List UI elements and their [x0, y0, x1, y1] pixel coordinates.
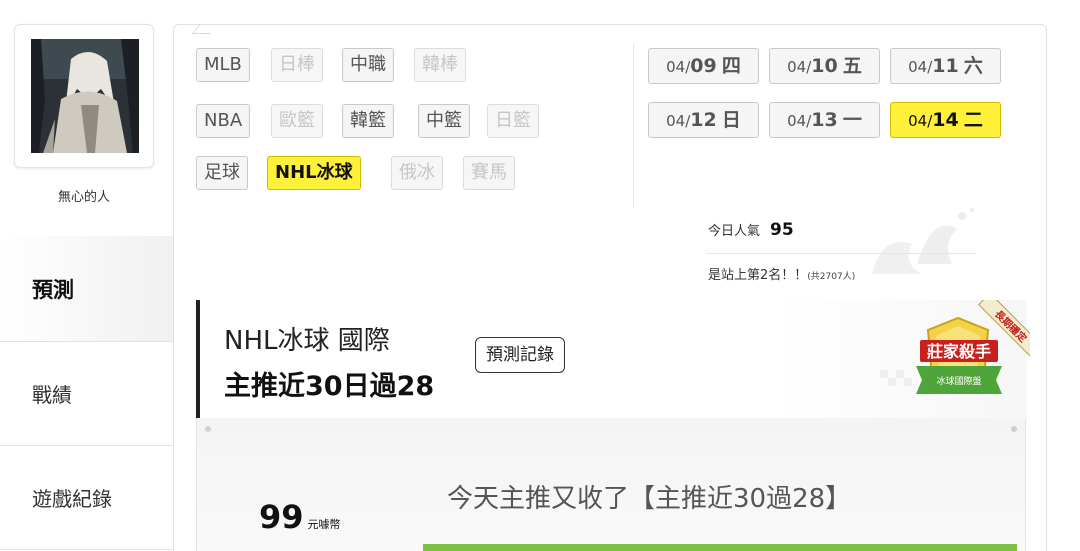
sport-button-nhl[interactable]: NHL冰球 [267, 156, 361, 190]
sport-button-khl[interactable]: 俄冰 [391, 156, 443, 190]
avatar-portrait-icon [31, 39, 139, 153]
prediction-subtitle: 主推近30日過28 [224, 371, 435, 402]
avatar-card[interactable] [14, 24, 154, 168]
sport-button-japan-basketball[interactable]: 日籃 [487, 104, 539, 138]
date-weekday: 五 [842, 55, 862, 77]
banker-killer-badge-icon: 莊家殺手 冰球國際盤 長期穩定 [880, 300, 1030, 394]
date-button-0414[interactable]: 04/14 二 [890, 102, 1001, 138]
date-weekday: 一 [842, 109, 862, 131]
coins-unit: 元噱幣 [307, 518, 341, 531]
badge-ribbon-text: 長期穩定 [992, 307, 1029, 344]
side-nav: 預測 戰績 遊戲紀錄 [0, 236, 173, 550]
coins-value: 99 [259, 498, 304, 536]
pin-icon [205, 426, 211, 432]
sport-button-mlb[interactable]: MLB [196, 48, 250, 82]
date-weekday: 二 [963, 109, 983, 131]
sport-button-horse-racing[interactable]: 賽馬 [463, 156, 515, 190]
sport-button-npb[interactable]: 日棒 [271, 48, 323, 82]
badge-subtitle: 冰球國際盤 [936, 375, 981, 387]
avatar[interactable] [31, 39, 139, 153]
date-day: 11 [932, 55, 959, 77]
sport-button-cpbl[interactable]: 中職 [342, 48, 394, 82]
date-month: 04/ [908, 58, 933, 76]
date-button-0409[interactable]: 04/09 四 [648, 48, 759, 84]
popularity-row: 今日人氣 95 [708, 220, 794, 240]
prediction-header: NHL冰球 國際 主推近30日過28 預測記錄 莊家殺手 冰球國際盤 長期穩定 [196, 300, 1030, 418]
date-day: 12 [690, 109, 717, 131]
sport-button-korea-basketball[interactable]: 韓籃 [342, 104, 394, 138]
username[interactable]: 無心的人 [14, 186, 154, 205]
sport-button-soccer[interactable]: 足球 [196, 156, 248, 190]
date-button-0411[interactable]: 04/11 六 [890, 48, 1001, 84]
date-day: 10 [811, 55, 838, 77]
popularity-value: 95 [770, 220, 794, 240]
sport-button-euro-basketball[interactable]: 歐籃 [271, 104, 323, 138]
rank-row: 是站上第2名！！(共2707人) [708, 264, 855, 283]
prediction-title: NHL冰球 國際 [224, 326, 390, 356]
date-month: 04/ [908, 112, 933, 130]
date-weekday: 六 [963, 55, 983, 77]
date-button-0410[interactable]: 04/10 五 [769, 48, 880, 84]
badge-title: 莊家殺手 [927, 342, 991, 361]
total-users: (共2707人) [807, 272, 856, 282]
filter-divider [633, 44, 634, 208]
date-weekday: 四 [721, 55, 741, 77]
result-headline: 今天主推又收了【主推近30過28】 [447, 484, 852, 514]
sport-button-nba[interactable]: NBA [196, 104, 251, 138]
stat-divider [706, 253, 976, 254]
date-day: 14 [932, 109, 959, 131]
date-day: 09 [690, 55, 717, 77]
sport-button-china-basketball[interactable]: 中籃 [418, 104, 470, 138]
nav-item-predict[interactable]: 預測 [0, 236, 173, 342]
date-day: 13 [811, 109, 838, 131]
rank-text: 是站上第2名！！ [708, 268, 808, 283]
date-weekday: 日 [721, 109, 741, 131]
pin-icon [1011, 426, 1017, 432]
result-bar [423, 544, 1017, 551]
result-area: 99 元噱幣 今天主推又收了【主推近30過28】 [196, 418, 1026, 551]
popularity-label: 今日人氣 [708, 224, 761, 239]
date-month: 04/ [787, 112, 812, 130]
sport-button-kbo[interactable]: 韓棒 [414, 48, 466, 82]
date-month: 04/ [666, 112, 691, 130]
prediction-record-button[interactable]: 預測記錄 [475, 337, 565, 373]
nav-item-game-history[interactable]: 遊戲紀錄 [0, 446, 173, 550]
date-month: 04/ [666, 58, 691, 76]
date-button-0412[interactable]: 04/12 日 [648, 102, 759, 138]
date-month: 04/ [787, 58, 812, 76]
date-button-0413[interactable]: 04/13 一 [769, 102, 880, 138]
nav-item-record[interactable]: 戰績 [0, 342, 173, 446]
watermark-logo-icon [872, 208, 974, 274]
coins-display: 99 元噱幣 [259, 498, 341, 536]
